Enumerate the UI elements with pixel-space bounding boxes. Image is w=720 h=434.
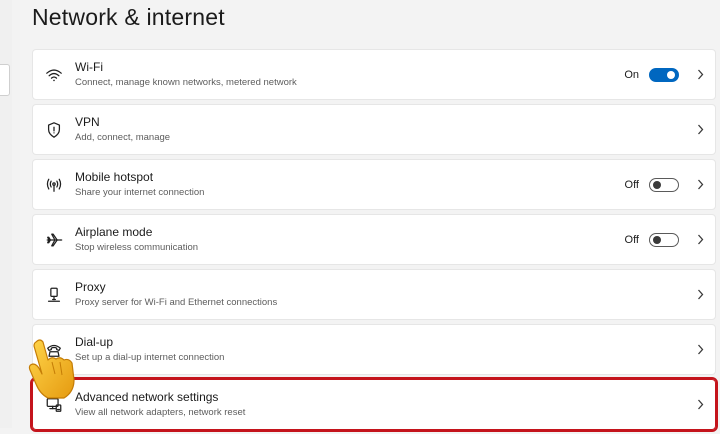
row-title: Airplane mode xyxy=(75,225,153,239)
row-controls xyxy=(695,380,705,429)
row-controls: Off xyxy=(625,215,705,264)
settings-list: Wi-Fi Connect, manage known networks, me… xyxy=(30,49,718,434)
toggle-knob xyxy=(653,180,661,189)
chevron-right-icon xyxy=(695,124,705,136)
chevron-right-icon xyxy=(695,344,705,356)
setting-row-mobile-hotspot[interactable]: Mobile hotspot Share your internet conne… xyxy=(32,159,716,210)
row-description: Proxy server for Wi-Fi and Ethernet conn… xyxy=(75,297,278,308)
left-panel-edge xyxy=(0,0,12,428)
chevron-right-icon xyxy=(695,234,705,246)
page-title: Network & internet xyxy=(32,4,225,30)
row-controls: Off xyxy=(625,160,705,209)
row-text: Advanced network settings View all netwo… xyxy=(75,390,245,419)
row-title: Mobile hotspot xyxy=(75,170,154,184)
setting-row-vpn[interactable]: VPN Add, connect, manage xyxy=(32,104,716,155)
row-title: Wi-Fi xyxy=(75,60,103,74)
wifi-toggle[interactable] xyxy=(649,67,679,82)
setting-row-advanced-network-settings[interactable]: Advanced network settings View all netwo… xyxy=(30,377,718,432)
monitor-network-icon xyxy=(44,395,64,415)
toggle-knob xyxy=(667,70,675,79)
airplane-mode-toggle[interactable] xyxy=(649,232,679,247)
chevron-right-icon xyxy=(695,399,705,411)
row-description: Connect, manage known networks, metered … xyxy=(75,77,297,88)
dialup-icon xyxy=(44,340,64,360)
proxy-icon xyxy=(44,285,64,305)
row-description: Share your internet connection xyxy=(75,187,205,198)
row-text: Dial-up Set up a dial-up internet connec… xyxy=(75,335,224,364)
row-text: Wi-Fi Connect, manage known networks, me… xyxy=(75,60,297,89)
airplane-icon xyxy=(44,230,64,250)
shield-icon xyxy=(44,120,64,140)
toggle-state-label: Off xyxy=(624,178,639,191)
toggle-state-label: Off xyxy=(624,233,639,246)
row-text: Mobile hotspot Share your internet conne… xyxy=(75,170,204,199)
chevron-right-icon xyxy=(695,179,705,191)
row-description: Add, connect, manage xyxy=(75,132,171,143)
row-text: Proxy Proxy server for Wi-Fi and Etherne… xyxy=(75,280,277,309)
row-text: Airplane mode Stop wireless communicatio… xyxy=(75,225,198,254)
search-box-edge[interactable] xyxy=(0,64,10,96)
row-description: Set up a dial-up internet connection xyxy=(75,352,225,363)
row-description: View all network adapters, network reset xyxy=(75,407,246,418)
toggle-knob xyxy=(653,235,661,244)
row-controls xyxy=(695,270,705,319)
row-controls xyxy=(695,105,705,154)
row-title: Advanced network settings xyxy=(75,390,219,404)
row-description: Stop wireless communication xyxy=(75,242,199,253)
toggle-state-label: On xyxy=(624,68,639,81)
row-title: Dial-up xyxy=(75,335,114,349)
setting-row-proxy[interactable]: Proxy Proxy server for Wi-Fi and Etherne… xyxy=(32,269,716,320)
row-title: VPN xyxy=(75,115,100,129)
chevron-right-icon xyxy=(695,69,705,81)
row-title: Proxy xyxy=(75,280,106,294)
row-controls: On xyxy=(624,50,705,99)
setting-row-airplane-mode[interactable]: Airplane mode Stop wireless communicatio… xyxy=(32,214,716,265)
row-text: VPN Add, connect, manage xyxy=(75,115,170,144)
row-controls xyxy=(695,325,705,374)
wifi-icon xyxy=(44,65,64,85)
hotspot-icon xyxy=(44,175,64,195)
setting-row-wifi[interactable]: Wi-Fi Connect, manage known networks, me… xyxy=(32,49,716,100)
mobile-hotspot-toggle[interactable] xyxy=(649,177,679,192)
setting-row-dial-up[interactable]: Dial-up Set up a dial-up internet connec… xyxy=(32,324,716,375)
chevron-right-icon xyxy=(695,289,705,301)
